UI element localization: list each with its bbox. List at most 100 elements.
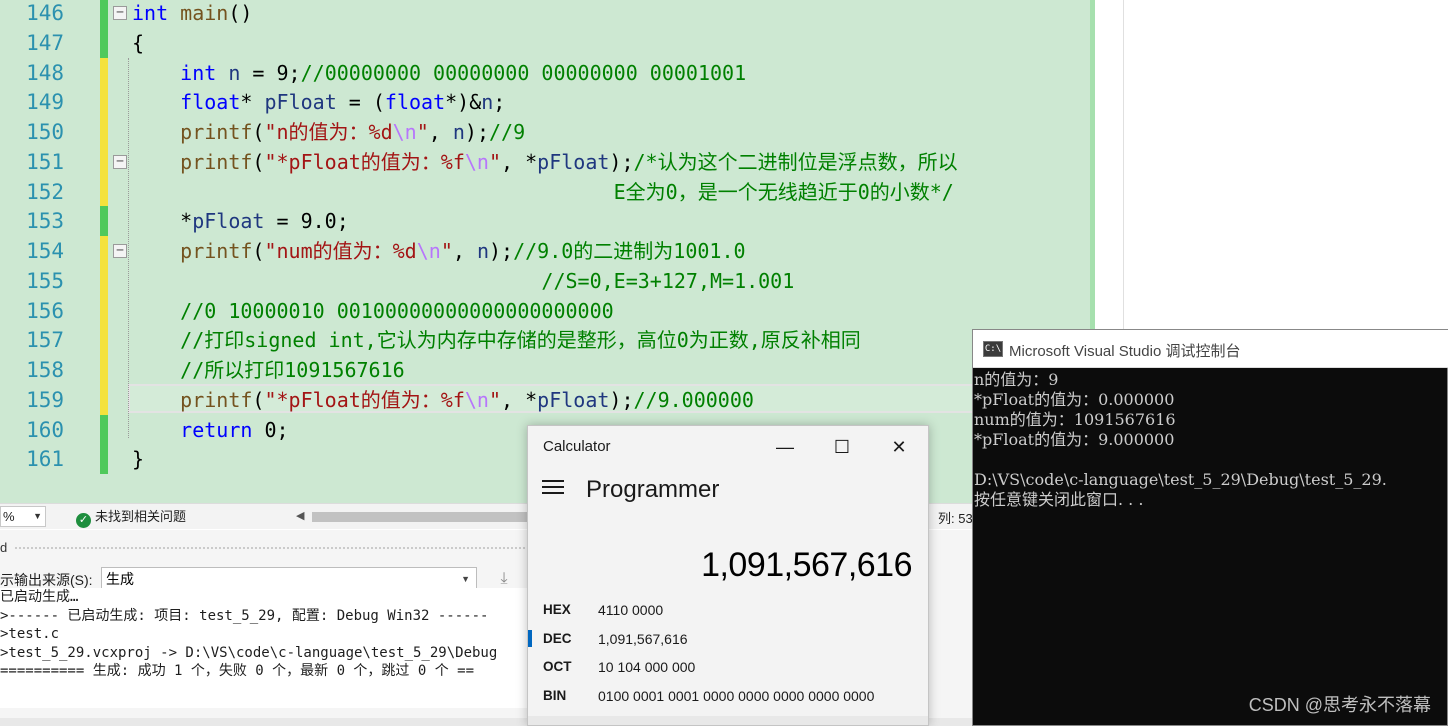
maximize-button[interactable]: ☐ bbox=[822, 432, 862, 462]
code-line[interactable]: 159 printf("*pFloat的值为：%f\n", *pFloat);/… bbox=[0, 384, 1090, 415]
code-text: //打印signed int,它认为内存中存储的是整形，高位0为正数,原反补相同 bbox=[132, 325, 861, 355]
change-marker bbox=[100, 414, 108, 445]
code-text: int main() bbox=[132, 0, 252, 28]
radix-label: DEC bbox=[543, 630, 572, 646]
scrollbar-thumb[interactable] bbox=[312, 512, 532, 522]
console-line: D:\VS\code\c-language\test_5_29\Debug\te… bbox=[974, 470, 1387, 489]
calculator-window[interactable]: Calculator — ☐ ✕ Programmer 1,091,567,61… bbox=[527, 425, 929, 726]
code-line[interactable]: 148 int n = 9;//00000000 00000000 000000… bbox=[0, 57, 1090, 88]
debug-console-window[interactable]: C:\ Microsoft Visual Studio 调试控制台 n的值为：9… bbox=[972, 329, 1448, 726]
code-token: n bbox=[476, 239, 489, 263]
minimize-button[interactable]: — bbox=[765, 432, 805, 462]
line-number: 159 bbox=[26, 387, 64, 412]
code-token: //S=0,E=3+127,M=1.001 bbox=[541, 268, 795, 293]
code-line[interactable]: 150 printf("n的值为：%d\n", n);//9 bbox=[0, 117, 1090, 147]
console-output[interactable]: n的值为：9 *pFloat的值为：0.000000 num的值为：10915676… bbox=[974, 370, 1446, 726]
code-token: , * bbox=[501, 387, 538, 412]
code-token: ); bbox=[464, 120, 490, 144]
issues-indicator[interactable]: ✓ 未找到相关问题 bbox=[76, 508, 186, 528]
scroll-left-icon[interactable]: ◀ bbox=[296, 509, 304, 522]
code-token: //00000000 00000000 00000000 00001001 bbox=[300, 60, 747, 85]
code-token: \n bbox=[416, 239, 441, 263]
code-text: //S=0,E=3+127,M=1.001 bbox=[132, 266, 794, 296]
code-text: printf("*pFloat的值为：%f\n", *pFloat);/*认为这… bbox=[132, 147, 958, 177]
find-in-output-icon[interactable]: ⤓ bbox=[493, 568, 515, 590]
output-text[interactable]: 已启动生成… >------ 已启动生成: 项目: test_5_29, 配置: … bbox=[0, 588, 530, 708]
code-token: printf bbox=[180, 149, 253, 174]
radix-dec-row[interactable]: DEC 1,091,567,616 bbox=[528, 625, 928, 653]
code-line[interactable]: 153 *pFloat = 9.0; bbox=[0, 206, 1090, 237]
console-title: Microsoft Visual Studio 调试控制台 bbox=[1009, 343, 1241, 360]
code-token: float bbox=[384, 90, 446, 115]
code-line[interactable]: 158 //所以打印1091567616 bbox=[0, 355, 1090, 385]
code-text: { bbox=[132, 28, 144, 58]
code-token: 0; bbox=[252, 417, 289, 442]
code-line[interactable]: 149 float* pFloat = (float*)&n; bbox=[0, 87, 1090, 118]
radix-hex-row[interactable]: HEX 4110 0000 bbox=[528, 596, 928, 624]
change-marker bbox=[100, 236, 108, 266]
change-marker bbox=[100, 146, 108, 177]
code-token: ; bbox=[493, 90, 506, 115]
panel-grip[interactable] bbox=[14, 546, 534, 551]
close-button[interactable]: ✕ bbox=[879, 432, 919, 462]
radix-oct-row[interactable]: OCT 10 104 000 000 bbox=[528, 653, 928, 681]
code-line[interactable]: 151 − printf("*pFloat的值为：%f\n", *pFloat);… bbox=[0, 146, 1090, 177]
watermark: CSDN @思考永不落幕 bbox=[1248, 695, 1431, 715]
calculator-mode: Programmer bbox=[586, 476, 720, 503]
code-token: pFloat bbox=[537, 387, 610, 412]
code-token: "*pFloat的值为：%f bbox=[264, 149, 465, 174]
code-token: ( bbox=[252, 149, 265, 174]
code-token: //0 10000010 00100000000000000000000 bbox=[180, 298, 614, 323]
output-line: >------ 已启动生成: 项目: test_5_29, 配置: Debug … bbox=[0, 607, 489, 624]
change-marker bbox=[100, 444, 108, 475]
code-token: /*认为这个二进制位是浮点数，所以 bbox=[633, 149, 958, 174]
console-titlebar[interactable]: C:\ Microsoft Visual Studio 调试控制台 bbox=[973, 330, 1448, 368]
issues-text: 未找到相关问题 bbox=[95, 509, 187, 524]
code-line[interactable]: 154 − printf("num的值为：%d\n", n);//9.0的二进制为… bbox=[0, 236, 1090, 266]
code-token: () bbox=[228, 1, 253, 25]
hamburger-menu-icon[interactable] bbox=[542, 480, 564, 498]
code-token: int bbox=[180, 60, 217, 85]
code-token: printf bbox=[180, 387, 253, 412]
change-marker bbox=[100, 355, 108, 385]
line-number: 158 bbox=[26, 358, 64, 382]
zoom-value: % bbox=[3, 509, 15, 524]
code-token: ); bbox=[609, 149, 634, 174]
line-number: 148 bbox=[26, 60, 64, 85]
code-text: //所以打印1091567616 bbox=[132, 355, 405, 385]
code-token: , bbox=[428, 120, 453, 144]
code-line[interactable]: 155 //S=0,E=3+127,M=1.001 bbox=[0, 265, 1090, 296]
code-token: n bbox=[452, 120, 465, 144]
line-number: 156 bbox=[26, 298, 64, 323]
code-line[interactable]: 157 //打印signed int,它认为内存中存储的是整形，高位0为正数,原… bbox=[0, 325, 1090, 356]
collapse-icon[interactable]: − bbox=[113, 244, 127, 258]
code-token: pFloat bbox=[537, 149, 610, 174]
collapse-icon[interactable]: − bbox=[113, 154, 127, 169]
code-token: "num的值为：%d bbox=[264, 239, 417, 263]
code-token: ); bbox=[609, 387, 634, 412]
radix-bin-row[interactable]: BIN 0100 0001 0001 0000 0000 0000 0000 00… bbox=[528, 682, 928, 710]
code-token: main bbox=[180, 1, 229, 25]
code-line[interactable]: 146 − int main() bbox=[0, 0, 1090, 28]
horizontal-scrollbar[interactable]: ◀ bbox=[296, 509, 536, 523]
code-token: "*pFloat的值为：%f bbox=[264, 387, 465, 412]
code-token: *)& bbox=[445, 90, 482, 115]
code-token: n bbox=[481, 90, 494, 115]
radix-label: HEX bbox=[543, 602, 571, 617]
collapse-icon[interactable]: − bbox=[113, 6, 127, 20]
zoom-dropdown[interactable]: % ▼ bbox=[0, 506, 46, 527]
code-token: = 9.0; bbox=[264, 209, 349, 234]
code-token: ( bbox=[252, 120, 265, 144]
code-token: * bbox=[240, 90, 265, 115]
console-app-icon: C:\ bbox=[983, 341, 1003, 357]
code-line[interactable]: 147 { bbox=[0, 27, 1090, 58]
code-line[interactable]: 152 E全为0，是一个无线趋近于0的小数*/ bbox=[0, 176, 1090, 207]
code-line[interactable]: 156 //0 10000010 00100000000000000000000 bbox=[0, 295, 1090, 326]
line-number: 153 bbox=[26, 209, 64, 234]
